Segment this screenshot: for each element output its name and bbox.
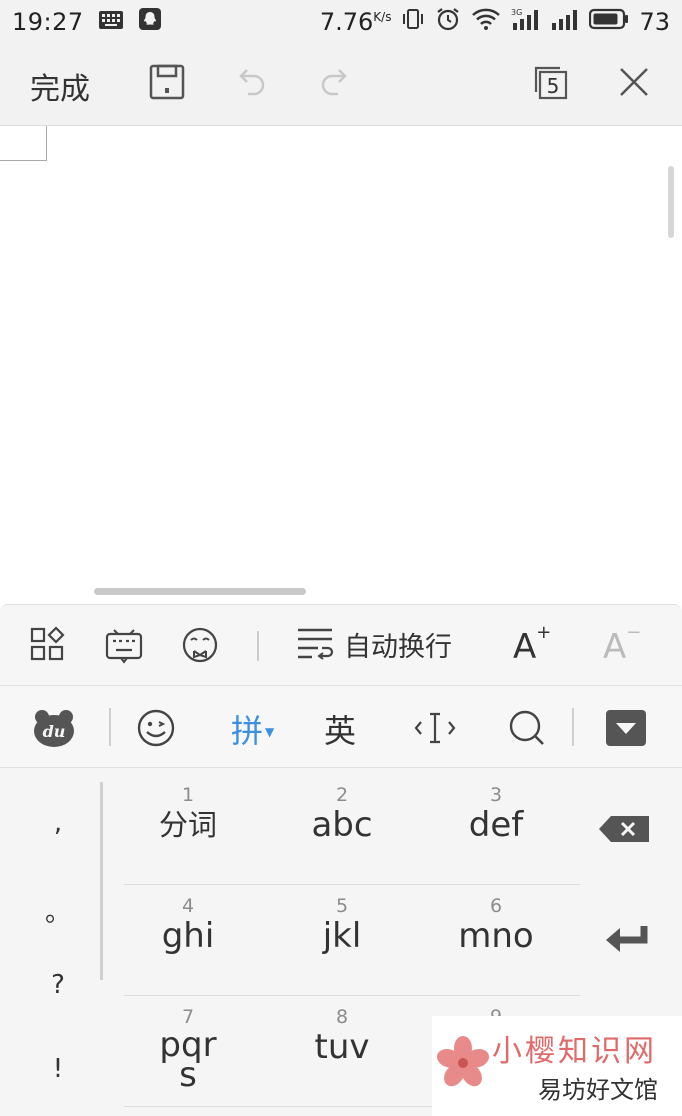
horizontal-scrollbar[interactable] <box>94 588 306 595</box>
alarm-icon <box>435 6 461 38</box>
key-6[interactable]: 6 mno <box>421 895 571 953</box>
undo-icon[interactable] <box>230 62 270 102</box>
punct-period-key[interactable]: 。 <box>0 892 116 929</box>
wrap-lines-icon <box>296 626 334 664</box>
ime-divider-right <box>572 708 574 746</box>
svg-text:3G: 3G <box>511 8 522 17</box>
apps-grid-icon[interactable] <box>28 625 68 665</box>
emoji-icon[interactable] <box>134 706 178 750</box>
vibrate-icon <box>401 7 425 37</box>
keyboard-notification-icon <box>98 8 124 36</box>
auto-wrap-button[interactable]: 自动换行 <box>296 625 452 664</box>
backspace-icon[interactable] <box>597 812 657 846</box>
key-2[interactable]: 2 abc <box>267 784 417 842</box>
search-icon[interactable] <box>505 706 549 750</box>
watermark-title: 小樱知识网 <box>492 1034 657 1069</box>
signal-3g-icon: 3G <box>511 7 541 37</box>
punctuation-column: , 。 ? ! <box>0 768 100 1116</box>
sakura-logo-icon <box>436 1036 490 1094</box>
auto-wrap-label: 自动换行 <box>344 632 452 663</box>
key-5[interactable]: 5 jkl <box>267 895 417 953</box>
key-8[interactable]: 8 tuv <box>267 1006 417 1064</box>
page-corner-marker <box>0 126 47 161</box>
format-bar: 自动换行 A+ A− <box>0 604 682 686</box>
status-bar: 19:27 7.76K/s 3G 73 <box>0 0 682 44</box>
signal-icon <box>551 7 579 37</box>
editor-toolbar: 完成 5 <box>0 44 682 126</box>
baidu-logo-icon[interactable]: du <box>32 706 76 750</box>
punct-exclaim-key[interactable]: ! <box>0 1054 116 1084</box>
hide-keyboard-icon[interactable] <box>604 706 648 750</box>
key-4[interactable]: 4 ghi <box>113 895 263 953</box>
net-speed: 7.76K/s <box>319 8 392 36</box>
format-bar-divider <box>257 631 259 661</box>
save-icon[interactable] <box>147 62 187 102</box>
redo-icon[interactable] <box>316 62 356 102</box>
qq-notification-icon <box>138 7 162 37</box>
cursor-move-icon[interactable] <box>413 706 457 750</box>
key-7[interactable]: 7 pqrs <box>113 1006 263 1092</box>
close-icon[interactable] <box>614 62 654 102</box>
keyboard-toggle-icon[interactable] <box>104 625 144 665</box>
key-row-divider <box>124 995 580 996</box>
wifi-icon <box>471 7 501 37</box>
punct-comma-key[interactable]: , <box>0 808 116 838</box>
enter-icon[interactable] <box>600 922 660 956</box>
document-canvas[interactable] <box>0 126 682 604</box>
battery-icon <box>589 8 629 36</box>
done-button[interactable]: 完成 <box>30 64 90 108</box>
battery-level: 73 <box>639 8 670 36</box>
punct-question-key[interactable]: ? <box>0 970 116 1000</box>
punctuation-divider <box>100 782 103 980</box>
font-increase-button[interactable]: A+ <box>513 622 551 667</box>
watermark-subtitle: 易坊好文馆 <box>538 1076 658 1104</box>
key-1[interactable]: 1 分词 <box>113 784 263 842</box>
svg-text:du: du <box>43 722 66 741</box>
pages-icon[interactable]: 5 <box>530 62 570 102</box>
status-time: 19:27 <box>12 8 84 36</box>
key-3[interactable]: 3 def <box>421 784 571 842</box>
english-mode-button[interactable]: 英 <box>324 706 356 752</box>
pages-count: 5 <box>546 74 560 98</box>
key-row-divider <box>124 884 580 885</box>
ime-divider-left <box>109 708 111 746</box>
watermark: 小樱知识网 易坊好文馆 <box>432 1016 682 1116</box>
vertical-scrollbar[interactable] <box>668 166 674 238</box>
emoji-face-icon[interactable] <box>180 625 220 665</box>
pinyin-mode-button[interactable]: 拼 ▼ <box>231 706 274 752</box>
font-decrease-button[interactable]: A− <box>603 622 641 667</box>
ime-toolbar: du 拼 ▼ 英 <box>0 686 682 768</box>
